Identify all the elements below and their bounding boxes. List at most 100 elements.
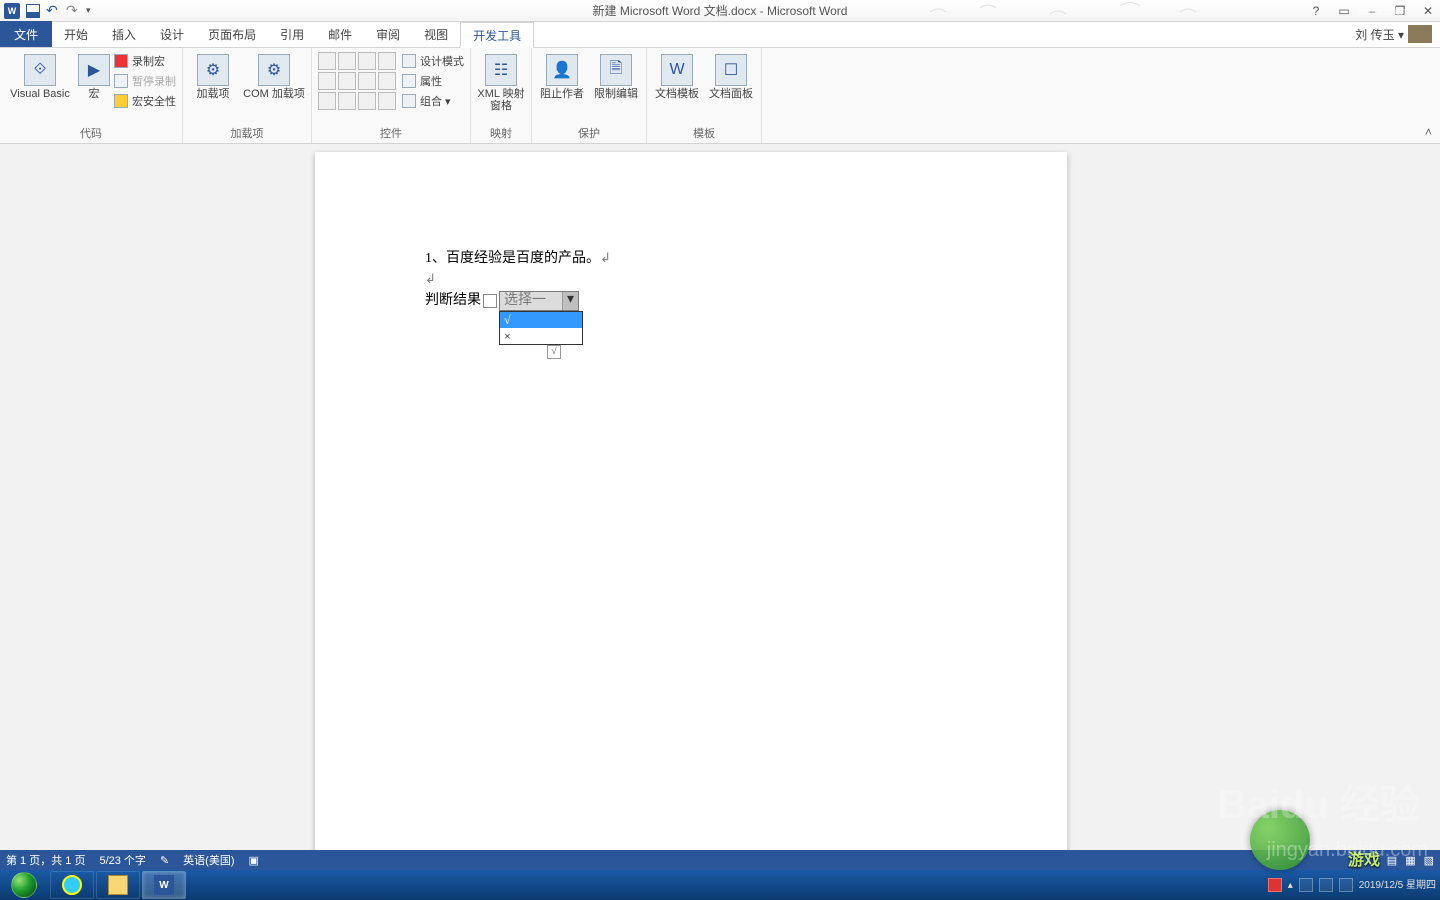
- tab-view[interactable]: 视图: [412, 21, 460, 47]
- workspace[interactable]: 1、百度经验是百度的产品。↲ ↲ 判断结果 选择一项。▾ √ × √: [0, 144, 1440, 870]
- status-macro-icon[interactable]: ▣: [248, 854, 258, 867]
- controls-gallery[interactable]: [318, 50, 396, 110]
- block-authors-icon: 👤: [546, 54, 578, 86]
- pause-recording-button[interactable]: 暂停录制: [114, 72, 176, 90]
- restrict-editing-button[interactable]: 🗎限制编辑: [592, 50, 640, 100]
- doc-panel-icon: ☐: [715, 54, 747, 86]
- qat-customize-icon[interactable]: ▾: [86, 5, 91, 16]
- tray-clock[interactable]: 2019/12/5 星期四: [1359, 880, 1436, 891]
- tray-network-icon[interactable]: [1319, 878, 1333, 892]
- quick-access-toolbar: W ▾: [0, 3, 91, 19]
- dropdown-control-icon[interactable]: [358, 72, 376, 90]
- status-language[interactable]: 英语(美国): [183, 852, 234, 868]
- tray-sogou-icon[interactable]: [1268, 878, 1282, 892]
- redo-icon[interactable]: [66, 4, 80, 18]
- tab-home[interactable]: 开始: [52, 21, 100, 47]
- status-proofing-icon[interactable]: ✎: [160, 854, 169, 867]
- taskbar-word[interactable]: W: [142, 871, 186, 899]
- view-web-layout-icon[interactable]: ▧: [1424, 854, 1434, 867]
- dropdown-content-control[interactable]: 选择一项。▾ √ ×: [499, 291, 579, 311]
- datepicker-control-icon[interactable]: [378, 72, 396, 90]
- block-authors-button[interactable]: 👤阻止作者: [538, 50, 586, 100]
- tab-insert[interactable]: 插入: [100, 21, 148, 47]
- xml-mapping-button[interactable]: ☷XML 映射窗格: [477, 50, 525, 112]
- tab-developer[interactable]: 开发工具: [460, 22, 534, 48]
- picture-control-icon[interactable]: [358, 52, 376, 70]
- com-addins-icon: ⚙: [258, 54, 290, 86]
- view-print-layout-icon[interactable]: ▤: [1387, 854, 1397, 867]
- word-taskbar-icon: W: [154, 875, 174, 895]
- visual-basic-button[interactable]: ⟐Visual Basic: [6, 50, 74, 100]
- com-addins-button[interactable]: ⚙COM 加载项: [243, 50, 305, 100]
- taskbar-ie[interactable]: [50, 871, 94, 899]
- dropdown-option-check[interactable]: √: [500, 312, 582, 328]
- tooltip-box: √: [547, 345, 561, 359]
- collapse-ribbon-icon[interactable]: ˄: [1425, 125, 1432, 139]
- undo-icon[interactable]: [46, 4, 60, 18]
- combobox-control-icon[interactable]: [338, 72, 356, 90]
- ie-icon: [62, 875, 82, 895]
- design-mode-button[interactable]: 设计模式: [402, 52, 464, 70]
- window-title: 新建 Microsoft Word 文档.docx - Microsoft Wo…: [593, 2, 848, 19]
- taskbar-explorer[interactable]: [96, 871, 140, 899]
- rich-text-control-icon[interactable]: [318, 52, 336, 70]
- macros-button[interactable]: ▶宏: [80, 50, 108, 100]
- repeating-control-icon[interactable]: [318, 92, 336, 110]
- properties-button[interactable]: 属性: [402, 72, 464, 90]
- document-template-button[interactable]: W文档模板: [653, 50, 701, 100]
- help-icon[interactable]: ?: [1308, 4, 1324, 18]
- corner-widget: 游戏: [1220, 810, 1340, 870]
- plain-text-control-icon[interactable]: [338, 52, 356, 70]
- game-label: 游戏: [1348, 846, 1380, 870]
- tab-file[interactable]: 文件: [0, 21, 52, 47]
- system-tray: ▴ 2019/12/5 星期四: [1268, 878, 1436, 892]
- group-addins: ⚙加载项 ⚙COM 加载项 加载项: [183, 48, 312, 143]
- game-logo-icon: [1250, 810, 1310, 870]
- tray-icon-1[interactable]: [1299, 878, 1313, 892]
- decorative-birds: [920, 2, 1220, 20]
- ribbon-options-icon[interactable]: ▭: [1336, 4, 1352, 18]
- content-control-icon[interactable]: [483, 294, 497, 308]
- tab-design[interactable]: 设计: [148, 21, 196, 47]
- status-words[interactable]: 5/23 个字: [99, 852, 145, 868]
- group-icon: [402, 94, 416, 108]
- view-read-mode-icon[interactable]: ▦: [1405, 854, 1415, 867]
- document-content: 1、百度经验是百度的产品。↲ ↲ 判断结果 选择一项。▾ √ × √: [425, 248, 611, 311]
- dropdown-list: √ ×: [499, 311, 583, 345]
- start-button[interactable]: [0, 870, 48, 900]
- dropdown-option-cross[interactable]: ×: [500, 328, 582, 344]
- properties-icon: [402, 74, 416, 88]
- tab-layout[interactable]: 页面布局: [196, 21, 268, 47]
- building-block-control-icon[interactable]: [378, 52, 396, 70]
- doc-line-1[interactable]: 1、百度经验是百度的产品。↲: [425, 248, 611, 269]
- record-macro-button[interactable]: 录制宏: [114, 52, 176, 70]
- dropdown-button-icon[interactable]: ▾: [562, 292, 578, 310]
- close-icon[interactable]: ✕: [1420, 4, 1436, 18]
- document-panel-button[interactable]: ☐文档面板: [707, 50, 755, 100]
- xml-mapping-icon: ☷: [485, 54, 517, 86]
- word-icon[interactable]: W: [4, 3, 20, 19]
- tab-references[interactable]: 引用: [268, 21, 316, 47]
- tab-review[interactable]: 审阅: [364, 21, 412, 47]
- checkbox-control-icon[interactable]: [318, 72, 336, 90]
- document-page[interactable]: 1、百度经验是百度的产品。↲ ↲ 判断结果 选择一项。▾ √ × √: [315, 152, 1067, 870]
- legacy-tools-icon[interactable]: [338, 92, 356, 110]
- group-template: W文档模板 ☐文档面板 模板: [647, 48, 762, 143]
- ribbon-tabs: 文件 开始 插入 设计 页面布局 引用 邮件 审阅 视图 开发工具 刘 传玉 ▾: [0, 22, 1440, 48]
- doc-line-2[interactable]: ↲: [425, 269, 611, 290]
- tray-arrow-icon[interactable]: ▴: [1288, 880, 1293, 891]
- watermark-xia: xiayx.com: [1357, 6, 1406, 846]
- folder-icon: [108, 875, 128, 895]
- tab-mailings[interactable]: 邮件: [316, 21, 364, 47]
- group-code: ⟐Visual Basic ▶宏 录制宏 暂停录制 宏安全性 代码: [0, 48, 183, 143]
- group-button[interactable]: 组合 ▾: [402, 92, 464, 110]
- status-page[interactable]: 第 1 页，共 1 页: [6, 852, 85, 868]
- tray-volume-icon[interactable]: [1339, 878, 1353, 892]
- macro-security-button[interactable]: 宏安全性: [114, 92, 176, 110]
- addins-button[interactable]: ⚙加载项: [189, 50, 237, 100]
- ribbon: ⟐Visual Basic ▶宏 录制宏 暂停录制 宏安全性 代码 ⚙加载项 ⚙…: [0, 48, 1440, 144]
- group-controls: 设计模式 属性 组合 ▾ 控件: [312, 48, 471, 143]
- save-icon[interactable]: [26, 4, 40, 18]
- group-mapping: ☷XML 映射窗格 映射: [471, 48, 532, 143]
- dropdown-placeholder: 选择一项。: [500, 292, 562, 310]
